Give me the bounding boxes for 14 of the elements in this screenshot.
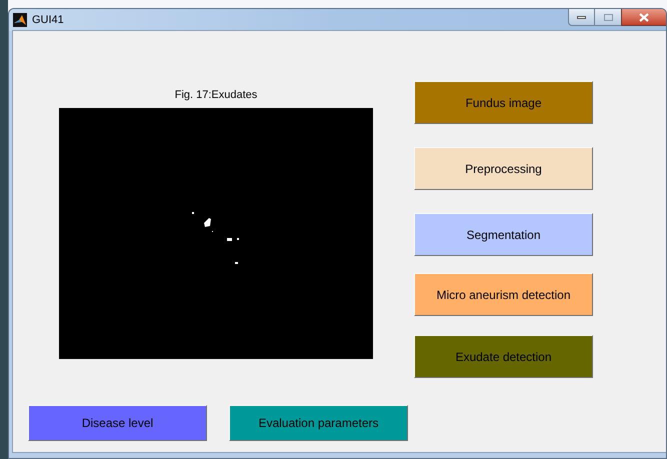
app-logo-icon bbox=[13, 13, 27, 27]
action-button[interactable]: Segmentation bbox=[414, 213, 593, 256]
action-button[interactable]: Preprocessing bbox=[414, 147, 593, 190]
figure-title: Fig. 17:Exudates bbox=[174, 88, 258, 103]
close-button[interactable] bbox=[621, 9, 666, 26]
action-button[interactable]: Evaluation parameters bbox=[229, 405, 408, 441]
close-icon bbox=[639, 12, 649, 22]
minimize-button[interactable] bbox=[568, 9, 595, 26]
action-button[interactable]: Disease level bbox=[28, 405, 207, 441]
action-button[interactable]: Micro aneurism detection bbox=[414, 273, 593, 316]
maximize-button[interactable] bbox=[595, 9, 621, 26]
action-button[interactable]: Fundus image bbox=[414, 81, 593, 124]
action-button[interactable]: Exudate detection bbox=[414, 335, 593, 378]
window-title: GUI41 bbox=[32, 12, 64, 28]
